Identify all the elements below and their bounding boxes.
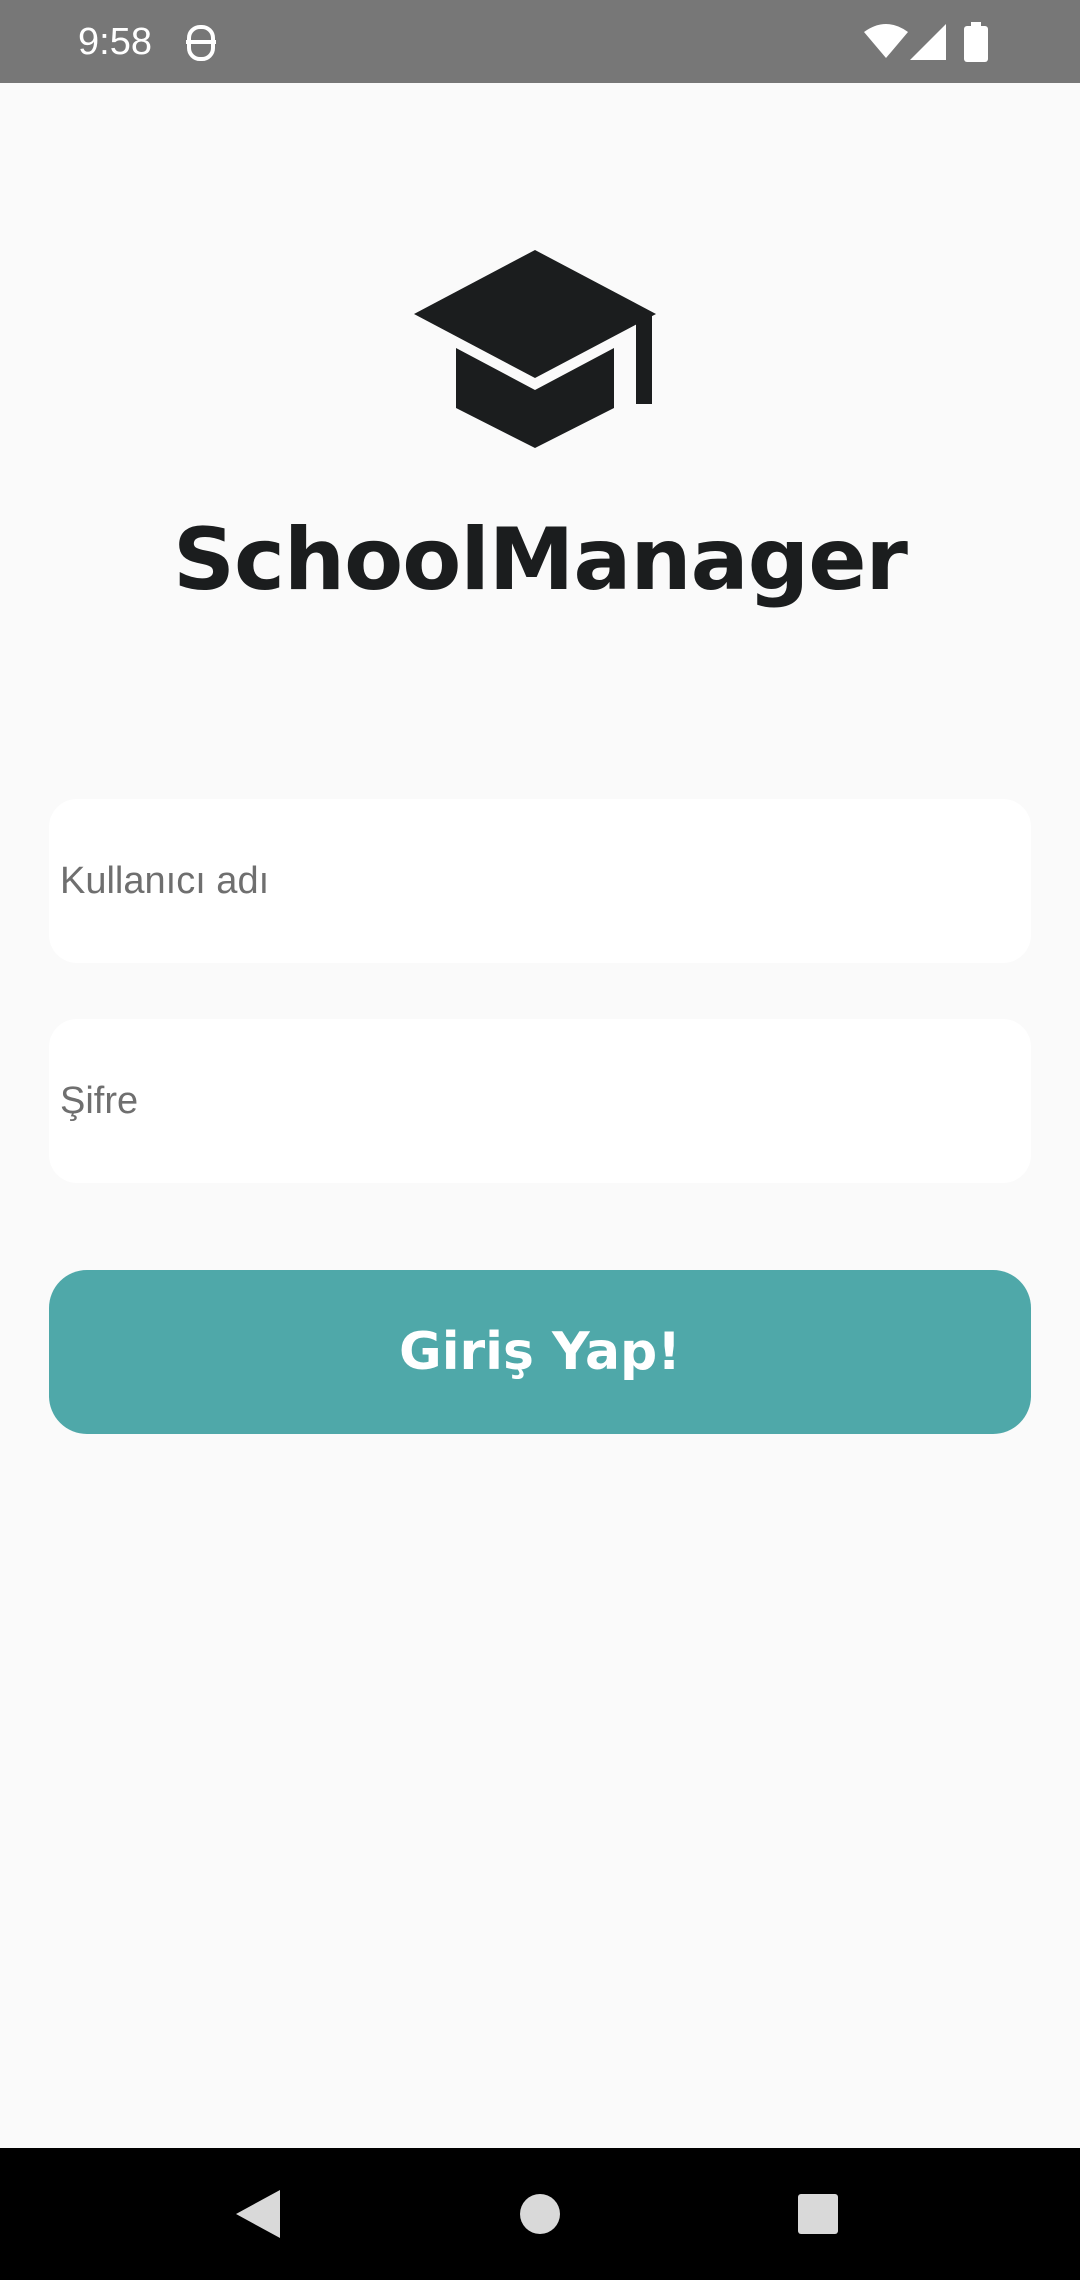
- app-notification-icon: [186, 24, 216, 62]
- wifi-icon: [864, 24, 908, 60]
- status-icons: [864, 22, 1044, 62]
- username-input[interactable]: [49, 799, 1031, 963]
- graduation-cap-icon: [414, 248, 656, 448]
- password-input[interactable]: [49, 1019, 1031, 1183]
- signal-icon: [910, 24, 948, 60]
- battery-icon: [964, 22, 988, 62]
- back-icon[interactable]: [236, 2190, 280, 2238]
- status-bar: 9:58: [0, 0, 1080, 83]
- app-title: SchoolManager: [173, 510, 908, 610]
- login-button[interactable]: Giriş Yap!: [49, 1270, 1031, 1434]
- navigation-bar: [0, 2148, 1080, 2280]
- home-icon[interactable]: [518, 2192, 562, 2236]
- status-time: 9:58: [78, 21, 152, 63]
- recents-icon[interactable]: [797, 2193, 839, 2235]
